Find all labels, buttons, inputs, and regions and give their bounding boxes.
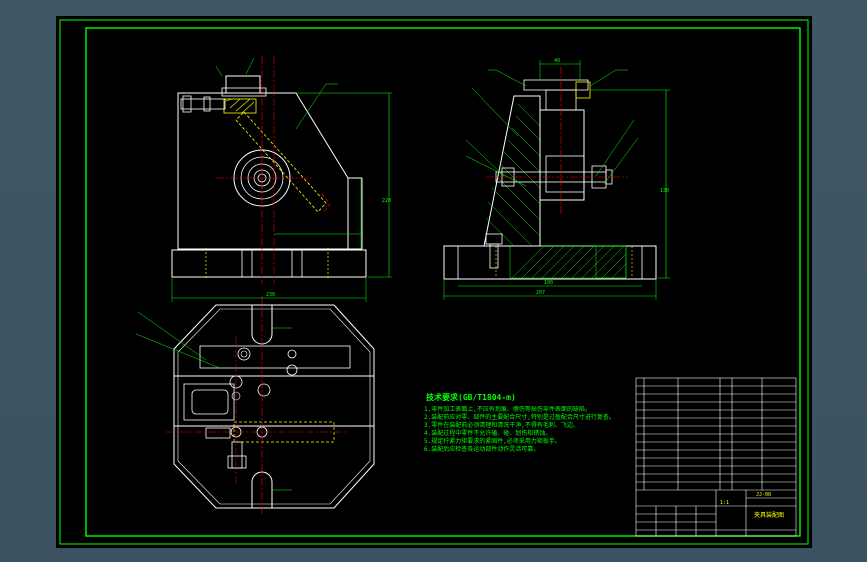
dim-top-spacing: 40 (554, 58, 560, 64)
front-body-outline (177, 92, 349, 250)
side-base-outline (443, 245, 657, 280)
tech-note-line: 6.装配后应检查各运动部件动作灵活可靠。 (424, 446, 540, 453)
dim-front-height: 220 (382, 198, 391, 204)
dim-side-width-total: 207 (536, 290, 545, 296)
front-lever-hidden (235, 111, 327, 213)
inner-frame (85, 27, 801, 537)
front-view (171, 56, 392, 302)
side-column-outline (483, 95, 541, 247)
front-hatched-insert (223, 98, 257, 114)
drawing-sheet: 230 220 207 100 130 40 技术要求(GB/T1804-m) … (56, 16, 812, 548)
side-clamp-body (539, 109, 585, 201)
top-view (135, 296, 375, 516)
title-block-scale: 1:1 (720, 500, 730, 506)
tech-notes-title: 技术要求(GB/T1804-m) (426, 393, 516, 402)
title-block-drawing-name: 夹具装配图 (754, 512, 785, 519)
tech-note-line: 5.规定拧紧力矩要求的紧固件,必须采用力矩扳手。 (424, 438, 561, 445)
cad-viewport: 230 220 207 100 130 40 技术要求(GB/T1804-m) … (0, 0, 867, 562)
tech-note-line: 2.装配前应对零、部件的主要配合尺寸,特别是过盈配合尺寸进行复查。 (424, 414, 614, 421)
dim-side-width: 100 (544, 280, 553, 286)
side-view (443, 60, 670, 300)
tech-note-line: 3.零件在装配前必须清理和清洗干净,不得有毛刺、飞边。 (424, 422, 579, 429)
front-clamp-block (225, 75, 261, 94)
tech-note-line: 1.零件加工表面上,不应有划痕、擦伤等损伤零件表面的缺陷。 (424, 406, 591, 413)
dim-side-height: 130 (660, 188, 669, 194)
front-base-plate (171, 249, 367, 278)
drawing-canvas: 230 220 207 100 130 40 (59, 19, 809, 545)
dim-front-width: 230 (266, 292, 275, 298)
side-column-hatch (485, 103, 541, 247)
top-octagon-outline (173, 304, 375, 509)
title-block-drawing-number: JJ-00 (756, 492, 772, 498)
tech-notes-list: 1.零件加工表面上,不应有划痕、擦伤等损伤零件表面的缺陷。 2.装配前应对零、部… (424, 406, 614, 454)
tech-note-line: 4.装配过程中零件不允许磕、碰、划伤和锈蚀。 (424, 430, 552, 437)
